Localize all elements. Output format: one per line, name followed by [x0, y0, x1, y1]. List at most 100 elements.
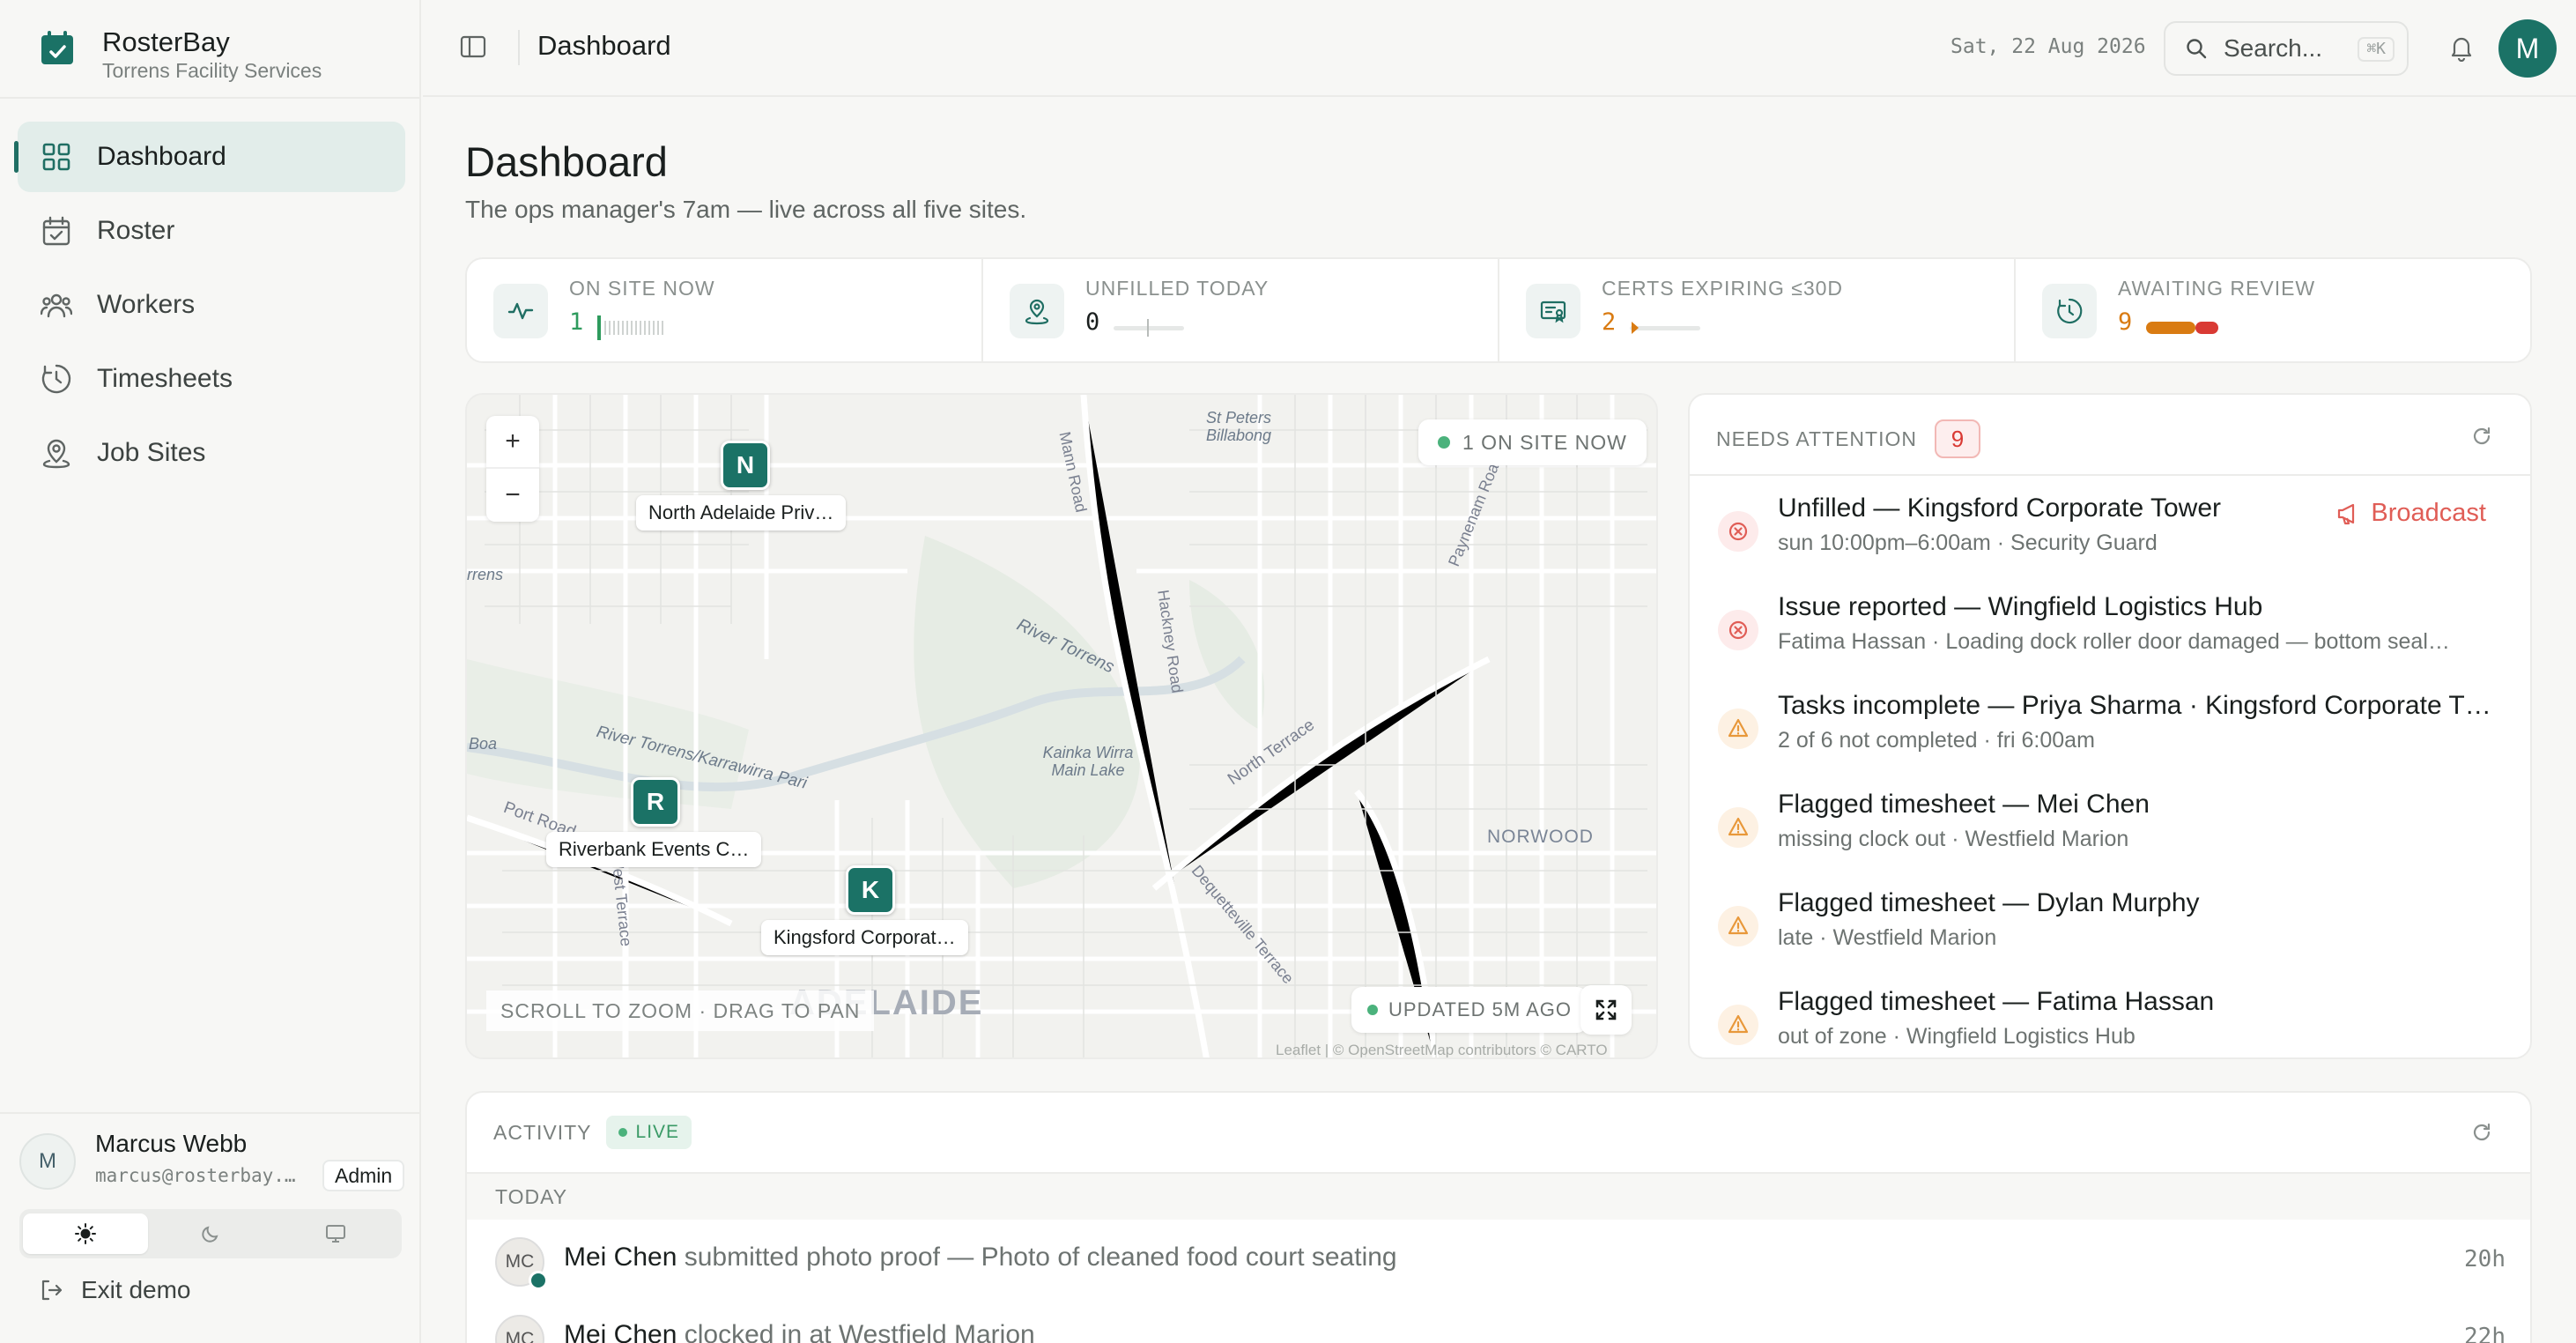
brand-logo-icon: [41, 31, 73, 64]
fullscreen-button[interactable]: [1580, 985, 1632, 1035]
error-icon: [1718, 610, 1758, 650]
stat-value: 1: [569, 308, 584, 336]
app-name: RosterBay: [102, 26, 230, 57]
stat-label: ON SITE NOW: [569, 277, 715, 300]
attention-item[interactable]: Flagged timesheet — Mei Chen missing clo…: [1690, 777, 2530, 876]
map-place-label: St Peters Billabong: [1205, 409, 1272, 444]
attention-subtitle: out of zone · Wingfield Logistics Hub: [1778, 1024, 2136, 1049]
map-hint: SCROLL TO ZOOM · DRAG TO PAN: [486, 991, 875, 1031]
sidebar-item-label: Workers: [97, 290, 196, 319]
zoom-out-button[interactable]: −: [486, 469, 539, 522]
stat-on-site-now[interactable]: ON SITE NOW 1: [467, 259, 983, 361]
attention-item[interactable]: Issue reported — Wingfield Logistics Hub…: [1690, 580, 2530, 679]
sidebar-item-label: Dashboard: [97, 142, 226, 171]
activity-item[interactable]: MC Mei Chen clocked in at Westfield Mari…: [467, 1304, 2530, 1343]
map-attribution[interactable]: Leaflet | © OpenStreetMap contributors ©…: [1276, 1042, 1608, 1057]
search-placeholder: Search...: [2224, 34, 2323, 62]
theme-light-button[interactable]: [23, 1213, 148, 1254]
org-name: Torrens Facility Services: [102, 59, 322, 82]
sidebar-item-roster[interactable]: Roster: [18, 196, 405, 266]
monitor-icon: [326, 1225, 345, 1243]
sidebar-toggle-icon[interactable]: [458, 32, 488, 62]
expand-icon: [1595, 999, 1617, 1020]
site-map[interactable]: St Peters Billabong Mann Road Paynenam R…: [465, 393, 1658, 1059]
avatar: M: [19, 1133, 76, 1190]
attention-title: Issue reported — Wingfield Logistics Hub: [1778, 592, 2263, 621]
attention-title: Unfilled — Kingsford Corporate Tower: [1778, 493, 2222, 523]
zoom-controls: + −: [486, 416, 539, 522]
certs-bar: [1630, 322, 1700, 334]
sidebar-item-workers[interactable]: Workers: [18, 270, 405, 340]
status-dot: [1438, 436, 1450, 449]
attention-subtitle: missing clock out · Westfield Marion: [1778, 827, 2129, 851]
attention-subtitle: Fatima Hassan · Loading dock roller door…: [1778, 629, 2450, 654]
broadcast-button[interactable]: Broadcast: [2335, 499, 2486, 528]
activity-time: 22h: [2464, 1324, 2506, 1343]
theme-system-button[interactable]: [273, 1213, 398, 1254]
stat-awaiting-review[interactable]: AWAITING REVIEW 9: [2016, 259, 2530, 361]
panel-header: NEEDS ATTENTION 9: [1716, 419, 1980, 458]
exit-demo-button[interactable]: Exit demo: [39, 1276, 191, 1304]
stat-unfilled-today[interactable]: UNFILLED TODAY 0: [983, 259, 1499, 361]
sun-icon: [75, 1223, 96, 1244]
activity-description: clocked in at Westfield Marion: [677, 1320, 1035, 1343]
attention-list: Unfilled — Kingsford Corporate Tower sun…: [1690, 481, 2530, 1057]
theme-dark-button[interactable]: [148, 1213, 273, 1254]
bell-icon[interactable]: [2447, 33, 2476, 62]
current-date: Sat, 22 Aug 2026: [1951, 35, 2146, 58]
stat-certs-expiring[interactable]: CERTS EXPIRING ≤30D 2: [1499, 259, 2016, 361]
status-dot: [618, 1128, 627, 1137]
refresh-icon[interactable]: [2470, 1121, 2493, 1144]
sidebar-item-timesheets[interactable]: Timesheets: [18, 344, 405, 414]
attention-title: Tasks incomplete — Priya Sharma · Kingsf…: [1778, 691, 2491, 720]
warning-icon: [1718, 807, 1758, 848]
stat-label: CERTS EXPIRING ≤30D: [1602, 277, 1844, 300]
refresh-icon[interactable]: [2470, 425, 2493, 448]
avatar[interactable]: M: [2498, 19, 2557, 78]
panel-title: NEEDS ATTENTION: [1716, 427, 1917, 450]
sidebar-item-dashboard[interactable]: Dashboard: [14, 122, 405, 192]
activity-panel: ACTIVITY LIVE TODAY MC Mei Chen submitte…: [465, 1091, 2532, 1343]
user-profile[interactable]: M Marcus Webb marcus@rosterbay.… Admin: [19, 1130, 407, 1197]
sidebar-item-label: Timesheets: [97, 364, 233, 393]
divider: [1690, 474, 2530, 476]
attention-item[interactable]: Tasks incomplete — Priya Sharma · Kingsf…: [1690, 679, 2530, 777]
clock-icon: [41, 364, 71, 394]
stat-value: 2: [1602, 308, 1617, 336]
stat-label: UNFILLED TODAY: [1085, 277, 1269, 300]
attention-item[interactable]: Unfilled — Kingsford Corporate Tower sun…: [1690, 481, 2530, 580]
map-place-label: NORWOOD: [1487, 827, 1594, 847]
attention-subtitle: late · Westfield Marion: [1778, 925, 1997, 950]
stat-value: 9: [2118, 308, 2133, 336]
warning-icon: [1718, 709, 1758, 749]
brand[interactable]: RosterBay Torrens Facility Services: [39, 26, 322, 83]
shortcut-badge: ⌘K: [2358, 37, 2395, 62]
role-badge: Admin: [322, 1160, 405, 1191]
site-marker-north-adelaide[interactable]: N: [721, 441, 770, 490]
status-dot: [1367, 1005, 1378, 1015]
pin-user-icon: [1010, 284, 1064, 338]
unfilled-bar: [1114, 319, 1184, 337]
divider: [0, 97, 421, 99]
breadcrumb: Dashboard: [537, 30, 671, 61]
map-place-label: rrens: [467, 566, 504, 583]
count-badge: 9: [1935, 419, 1980, 458]
clock-review-icon: [2042, 284, 2097, 338]
activity-item[interactable]: MC Mei Chen submitted photo proof — Phot…: [467, 1227, 2530, 1304]
sidebar-item-job-sites[interactable]: Job Sites: [18, 418, 405, 488]
zoom-in-button[interactable]: +: [486, 416, 539, 469]
page-subtitle: The ops manager's 7am — live across all …: [465, 196, 1027, 223]
attention-item[interactable]: Flagged timesheet — Fatima Hassan out of…: [1690, 975, 2530, 1057]
camera-badge-icon: [529, 1271, 548, 1290]
certificate-icon: [1526, 284, 1580, 338]
site-marker-riverbank[interactable]: R: [631, 777, 680, 827]
sidebar-nav: Dashboard Roster Workers Timesheets Job …: [14, 122, 405, 492]
live-badge: LIVE: [605, 1116, 692, 1149]
search-input[interactable]: Search... ⌘K: [2164, 21, 2409, 76]
panel-title: ACTIVITY: [493, 1120, 592, 1144]
site-marker-kingsford[interactable]: K: [846, 865, 895, 915]
activity-icon: [493, 284, 548, 338]
warning-icon: [1718, 906, 1758, 946]
divider: [0, 1112, 421, 1114]
attention-item[interactable]: Flagged timesheet — Dylan Murphy late · …: [1690, 876, 2530, 975]
